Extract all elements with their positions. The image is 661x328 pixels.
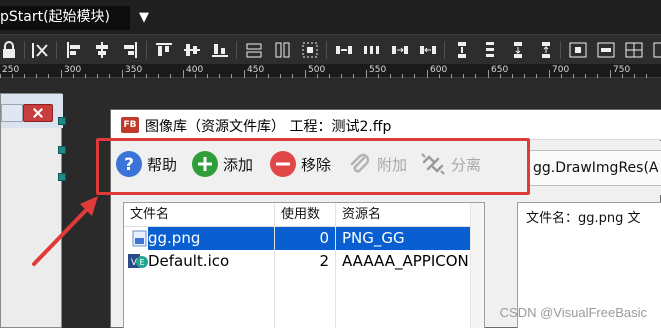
vfb-icon: VE [128, 253, 148, 270]
header-filename[interactable]: 文件名 [124, 203, 274, 227]
resize-handle[interactable] [58, 117, 66, 125]
file-name: gg.png [148, 227, 274, 250]
align-left-icon[interactable] [64, 40, 84, 60]
list-item[interactable]: gg.png 0 PNG_GG [124, 227, 484, 250]
dialog-title: 图像库（资源文件库） 工程：测试2.ffp [145, 119, 392, 135]
align-center-icon[interactable] [92, 40, 112, 60]
list-item[interactable]: VE Default.ico 2 AAAAA_APPICON [124, 250, 484, 273]
image-file-list[interactable]: 文件名 使用数 资源名 gg.png 0 PNG_GG VE Default.i… [123, 202, 485, 328]
ruler-label: 750 [613, 65, 631, 75]
center-horizontal-icon[interactable] [568, 40, 588, 60]
list-scrollbar[interactable] [470, 203, 484, 328]
grid-icon[interactable] [624, 40, 644, 60]
space-equal-h-icon[interactable] [362, 40, 382, 60]
ruler-label: 350 [125, 65, 143, 75]
header-resource-name[interactable]: 资源名 [336, 203, 484, 227]
dialog-titlebar[interactable]: FB 图像库（资源文件库） 工程：测试2.ffp [111, 110, 661, 140]
same-height-icon[interactable] [272, 40, 292, 60]
align-top-icon[interactable] [154, 40, 174, 60]
resize-handle[interactable] [58, 146, 66, 154]
close-icon [23, 104, 53, 122]
form-titlebar [1, 94, 63, 128]
center-vertical-icon[interactable] [596, 40, 616, 60]
file-name: Default.ico [148, 252, 230, 270]
svg-text:E: E [139, 258, 144, 267]
ruler-label: 600 [430, 65, 448, 75]
file-tab[interactable]: pStart(起始模块) [0, 6, 130, 30]
image-file-icon [132, 230, 148, 247]
watermark: CSDN @VisualFreeBasic [499, 305, 647, 320]
align-bottom-icon[interactable] [210, 40, 230, 60]
space-increase-v-icon[interactable] [508, 40, 528, 60]
ruler-label: 250 [2, 65, 20, 75]
alignment-toolbar [0, 34, 661, 64]
tab-dropdown-icon[interactable]: ▼ [136, 8, 152, 28]
space-horizontal-icon[interactable] [334, 40, 354, 60]
annotation-arrow-icon [32, 196, 98, 266]
resize-handle[interactable] [58, 173, 66, 181]
code-preview: gg.DrawImgRes(A [529, 150, 661, 186]
horizontal-ruler: 250 300 350 400 450 500 550 600 650 700 … [0, 64, 661, 78]
delete-align-icon[interactable] [30, 40, 50, 60]
ruler-label: 450 [247, 65, 265, 75]
preview-filename: 文件名：gg.png 文 [526, 211, 641, 226]
app-logo-icon: FB [121, 117, 139, 133]
editor-tab-strip: pStart(起始模块) ▼ [0, 0, 661, 34]
usage-count: 0 [275, 227, 335, 250]
resource-name: AAAAA_APPICON [342, 252, 469, 270]
toolbar-highlight-box [96, 138, 530, 195]
usage-count: 2 [319, 252, 329, 270]
resource-name: PNG_GG [336, 227, 484, 250]
space-decrease-v-icon[interactable] [536, 40, 556, 60]
ruler-label: 300 [64, 65, 82, 75]
ruler-label: 700 [552, 65, 570, 75]
header-usage-count[interactable]: 使用数 [275, 203, 335, 227]
tab-order-icon[interactable] [652, 40, 661, 60]
same-size-icon[interactable] [300, 40, 320, 60]
space-decrease-h-icon[interactable] [418, 40, 438, 60]
same-width-icon[interactable] [244, 40, 264, 60]
ruler-label: 500 [308, 65, 326, 75]
ruler-label: 650 [491, 65, 509, 75]
ruler-label: 400 [186, 65, 204, 75]
space-equal-v-icon[interactable] [480, 40, 500, 60]
lock-icon[interactable] [0, 40, 20, 60]
space-increase-h-icon[interactable] [390, 40, 410, 60]
space-vertical-icon[interactable] [452, 40, 472, 60]
minimize-icon [1, 104, 23, 122]
align-right-icon[interactable] [120, 40, 140, 60]
align-middle-icon[interactable] [182, 40, 202, 60]
list-header: 文件名 使用数 资源名 [124, 203, 484, 227]
ruler-label: 550 [369, 65, 387, 75]
